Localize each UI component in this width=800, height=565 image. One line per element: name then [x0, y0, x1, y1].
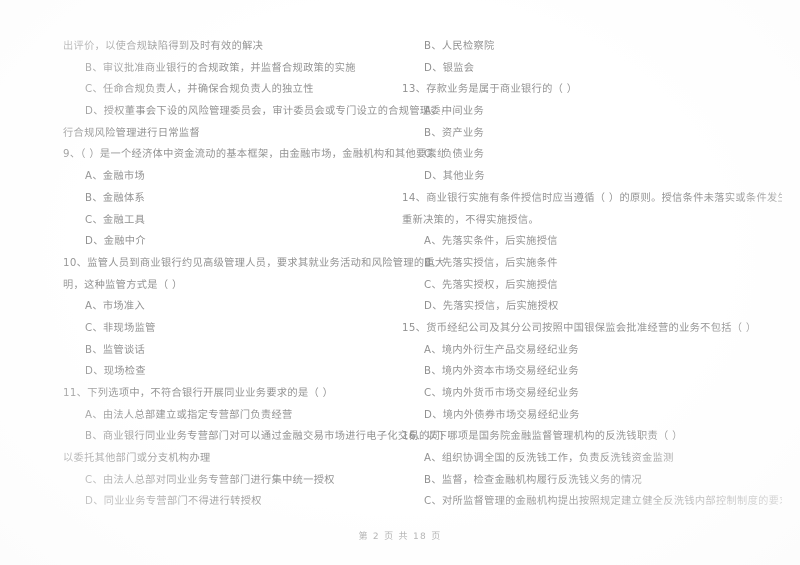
left-line-question: 9、（ ）是一个经济体中资金流动的基本框架，由金融市场，金融机构和其他要素组成。 [63, 149, 443, 161]
left-text-column: 出评价，以使合规缺陷得到及时有效的解决 B、审议批准商业银行的合规政策，并监督合规… [63, 36, 443, 516]
right-line-question: 16、以下哪项是国务院金融监督管理机构的反洗钱职责（ ） [402, 431, 683, 443]
right-line-option: A、中间业务 [424, 106, 485, 118]
left-line-continuation: 以委托其他部门或分支机构办理 [63, 453, 211, 465]
right-line-question: 15、货币经纪公司及其分公司按照中国银保监会批准经营的业务不包括（ ） [402, 322, 757, 334]
left-line-question: 11、下列选项中，不符合银行开展同业业务要求的是（ ） [63, 388, 334, 399]
right-line-option: C、对所监督管理的金融机构提出按照规定建立健全反洗钱内部控制制度的要求 [424, 496, 782, 508]
left-line-continuation: 明，这种监管方式是（ ） [63, 279, 183, 291]
right-line-option: D、境内外债券市场交易经纪业务 [424, 409, 580, 421]
left-line-option: D、现场检查 [85, 366, 146, 378]
page-footer: 第 2 页 共 18 页 [0, 529, 800, 542]
right-line-question: 14、商业银行实施有条件授信时应当遵循（ ）的原则。授信条件未落实或条件发生变更… [402, 192, 782, 204]
left-line-option: D、金融中介 [85, 236, 146, 248]
exam-page: 出评价，以使合规缺陷得到及时有效的解决 B、审议批准商业银行的合规政策，并监督合规… [0, 0, 800, 565]
left-line-continuation: 出评价，以使合规缺陷得到及时有效的解决 [63, 41, 264, 52]
right-line-option: A、组织协调全国的反洗钱工作，负责反洗钱资金监测 [424, 453, 674, 465]
left-line-option: C、金融工具 [85, 214, 146, 226]
right-line-option: C、先落实授权，后实施授信 [424, 279, 558, 291]
left-line-option: A、金融市场 [85, 171, 146, 183]
right-line-question: 13、存款业务是属于商业银行的（ ） [402, 84, 578, 96]
left-line-option: B、审议批准商业银行的合规政策，并监督合规政策的实施 [85, 62, 356, 74]
left-line-question: 10、监管人员到商业银行约见高级管理人员，要求其就业务活动和风险管理的重大事项进… [63, 257, 443, 269]
left-line-option: C、非现场监管 [85, 322, 156, 334]
left-line-option: C、任命合规负责人，并确保合规负责人的独立性 [85, 84, 314, 96]
left-line-option: C、由法人总部对同业业务专营部门进行集中统一授权 [85, 474, 335, 486]
left-line-option: A、由法人总部建立或指定专营部门负责经营 [85, 409, 293, 421]
left-line-option: B、金融体系 [85, 192, 146, 204]
right-text-column: B、人民检察院 D、银监会 13、存款业务是属于商业银行的（ ） A、中间业务 B、资产… [402, 36, 782, 516]
right-line-option: D、先落实授信，后实施授权 [424, 301, 559, 313]
left-line-option: B、监管谈话 [85, 344, 146, 356]
right-line-option: B、监督，检查金融机构履行反洗钱义务的情况 [424, 474, 643, 486]
right-line-option: C、境内外货币市场交易经纪业务 [424, 388, 579, 399]
right-line-option: A、境内外衍生产品交易经纪业务 [424, 344, 579, 356]
right-line-option: D、银监会 [424, 62, 475, 74]
right-line-option: B、境内外资本市场交易经纪业务 [424, 366, 579, 378]
left-line-option: D、同业业务专营部门不得进行转授权 [85, 496, 262, 508]
left-line-option: B、商业银行同业业务专营部门对可以通过金融交易市场进行电子化交易的同业业务，可 [85, 431, 443, 443]
right-line-continuation: 重新决策的，不得实施授信。 [402, 214, 539, 226]
left-line-option: D、授权董事会下设的风险管理委员会，审计委员会或专门设立的合规管理委员会对商业银 [85, 106, 443, 118]
left-line-option: A、市场准入 [85, 301, 146, 313]
right-line-option: D、其他业务 [424, 171, 485, 183]
right-line-option: C、负债业务 [424, 149, 485, 161]
right-line-option: B、人民检察院 [424, 41, 495, 52]
page-number-label: 第 2 页 共 18 页 [358, 532, 442, 542]
right-line-option: B、先落实授信，后实施条件 [424, 257, 558, 269]
right-line-option: A、先落实条件，后实施授信 [424, 236, 558, 248]
left-line-question: 12、对于银行业金融机构重组失败的，国务院银行业监督管理机构可以决定终止重组。由… [63, 513, 443, 516]
right-line-option: D、根据国务院授权，代表中国政府与外国政府和有关国际组织开展反洗钱合作 [402, 513, 782, 516]
left-line-continuation: 行合规风险管理进行日常监督 [63, 127, 200, 139]
right-line-option: B、资产业务 [424, 127, 485, 139]
